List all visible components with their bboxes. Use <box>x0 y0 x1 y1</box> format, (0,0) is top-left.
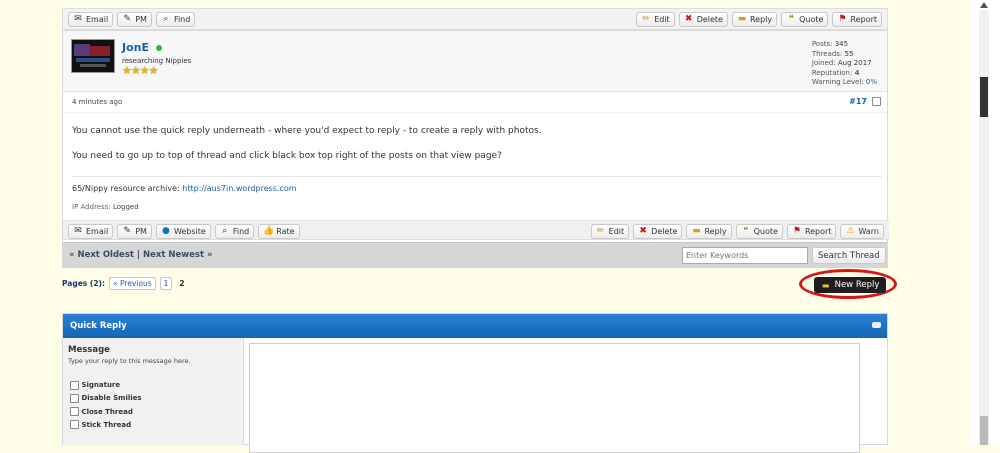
signature: 65/Nippy resource archive: http://aus7in… <box>72 184 297 193</box>
scrollbar-lower-segment <box>980 416 988 445</box>
previous-post-buttons: ✉ Email ✎ PM ⌕ Find ✏ Edit ✖ Delete ▬ Reply ❝ Q… <box>62 8 888 30</box>
next-newest-link[interactable]: Next Newest » <box>143 250 212 260</box>
quick-reply-title: Quick Reply <box>70 321 127 331</box>
flag-icon: ⚑ <box>838 14 847 24</box>
page-scrollbar[interactable] <box>970 0 1000 445</box>
author-name[interactable]: JonE <box>122 41 149 54</box>
magnifier-icon: ⌕ <box>163 14 169 24</box>
stick-thread-checkbox[interactable] <box>70 420 79 430</box>
signature-divider <box>72 176 882 177</box>
report-button[interactable]: ⚑ Report <box>832 12 882 27</box>
reply-options-list: Signature Disable Smilies Close Thread S… <box>70 379 142 432</box>
quick-reply-textarea[interactable] <box>249 343 860 453</box>
post-author-bar: JonE researching Nippies ★★★★ Posts: 345… <box>63 31 887 92</box>
stick-thread-option[interactable]: Stick Thread <box>70 419 142 432</box>
signature-checkbox[interactable] <box>70 380 79 390</box>
scroll-up-arrow-icon[interactable] <box>980 2 988 8</box>
magnifier-icon: ⌕ <box>222 226 228 236</box>
pm-button[interactable]: ✎ PM <box>117 224 152 239</box>
post-buttons: ✉ Email ✎ PM ● Website ⌕ Find 👍 Rate ✏ Edit ✖ D… <box>63 220 889 240</box>
post-paragraph: You need to go up to top of thread and c… <box>72 151 502 161</box>
previous-page-link[interactable]: « Previous <box>108 277 156 290</box>
ip-address: IP Address: Logged <box>72 203 139 211</box>
signature-link[interactable]: http://aus7in.wordpress.com <box>182 184 296 193</box>
thumbs-up-icon: 👍 <box>263 226 275 236</box>
pencil-icon: ✏ <box>642 14 650 24</box>
speech-bubble-icon: ▬ <box>821 280 830 290</box>
star-icon: ★ <box>122 64 132 77</box>
website-button[interactable]: ● Website <box>155 224 211 239</box>
reputation-value[interactable]: 4 <box>855 69 860 77</box>
report-button[interactable]: ⚑ Report <box>786 224 837 239</box>
disable-smilies-option[interactable]: Disable Smilies <box>70 392 142 405</box>
signature-option[interactable]: Signature <box>70 379 142 392</box>
rank-stars: ★★★★ <box>122 65 191 76</box>
speech-bubble-icon: ▬ <box>692 226 701 236</box>
pm-icon: ✎ <box>123 14 131 24</box>
find-button[interactable]: ⌕ Find <box>214 224 255 239</box>
warning-icon: ⚠ <box>846 226 855 236</box>
warn-button[interactable]: ⚠ Warn <box>840 224 884 239</box>
pencil-icon: ✏ <box>596 226 605 236</box>
find-button[interactable]: ⌕ Find <box>155 12 196 27</box>
quote-icon: ❝ <box>788 14 794 24</box>
select-post-checkbox[interactable] <box>872 97 881 106</box>
message-hint: Type your reply to this message here. <box>68 357 191 365</box>
x-icon: ✖ <box>684 14 693 24</box>
search-thread-input[interactable] <box>682 247 808 264</box>
rate-button[interactable]: 👍 Rate <box>258 224 300 239</box>
delete-button[interactable]: ✖ Delete <box>678 12 728 27</box>
star-icon: ★ <box>148 64 159 77</box>
scrollbar-track[interactable] <box>979 10 989 445</box>
quote-icon: ❝ <box>743 226 749 236</box>
current-page: 2 <box>179 279 185 288</box>
post: JonE researching Nippies ★★★★ Posts: 345… <box>62 30 889 268</box>
new-reply-button[interactable]: ▬ New Reply <box>814 277 886 293</box>
post-paragraph: You cannot use the quick reply underneat… <box>72 126 542 136</box>
reply-button[interactable]: ▬ Reply <box>731 12 778 27</box>
star-icon: ★ <box>139 64 150 77</box>
disable-smilies-checkbox[interactable] <box>70 393 79 403</box>
pagination: Pages (2): « Previous 1 2 <box>62 277 188 290</box>
quote-button[interactable]: ❝ Quote <box>735 224 783 239</box>
author-info: JonE researching Nippies ★★★★ <box>122 41 191 76</box>
edit-button[interactable]: ✏ Edit <box>590 224 630 239</box>
quick-reply-options: Message Type your reply to this message … <box>63 338 244 445</box>
collapse-icon[interactable] <box>872 322 881 328</box>
search-thread-button[interactable]: Search Thread <box>812 247 886 264</box>
email-button[interactable]: ✉ Email <box>68 224 114 239</box>
reply-button[interactable]: ▬ Reply <box>686 224 732 239</box>
avatar <box>71 39 115 73</box>
post-number[interactable]: #17 <box>849 97 867 106</box>
close-thread-checkbox[interactable] <box>70 407 79 417</box>
star-icon: ★ <box>130 64 141 77</box>
x-icon: ✖ <box>639 226 647 236</box>
close-thread-option[interactable]: Close Thread <box>70 406 142 419</box>
pm-button[interactable]: ✎ PM <box>117 12 152 27</box>
globe-icon: ● <box>162 226 170 236</box>
envelope-icon: ✉ <box>74 226 82 236</box>
online-indicator-icon <box>155 45 162 51</box>
quick-reply-panel: Quick Reply Message Type your reply to t… <box>62 313 888 453</box>
warning-level-value[interactable]: 0% <box>866 78 877 86</box>
pm-icon: ✎ <box>123 226 131 236</box>
post-time: 4 minutes ago <box>72 98 123 106</box>
email-button[interactable]: ✉ Email <box>68 12 114 27</box>
envelope-icon: ✉ <box>74 14 82 24</box>
author-stats: Posts: 345 Threads: 55 Joined: Aug 2017 … <box>811 40 877 86</box>
edit-button[interactable]: ✏ Edit <box>636 12 675 27</box>
scrollbar-thumb[interactable] <box>980 77 988 117</box>
post-body: You cannot use the quick reply underneat… <box>72 126 872 161</box>
quote-button[interactable]: ❝ Quote <box>781 12 829 27</box>
quick-reply-header: Quick Reply <box>63 314 887 338</box>
thread-nav-bar: « Next Oldest | Next Newest » Search Thr… <box>63 242 887 268</box>
flag-icon: ⚑ <box>792 226 801 236</box>
next-oldest-link[interactable]: « Next Oldest <box>69 250 134 260</box>
speech-bubble-icon: ▬ <box>737 14 747 24</box>
delete-button[interactable]: ✖ Delete <box>633 224 683 239</box>
message-label: Message <box>68 345 110 355</box>
post-meta: 4 minutes ago #17 <box>63 92 887 113</box>
page-1-link[interactable]: 1 <box>159 277 173 290</box>
